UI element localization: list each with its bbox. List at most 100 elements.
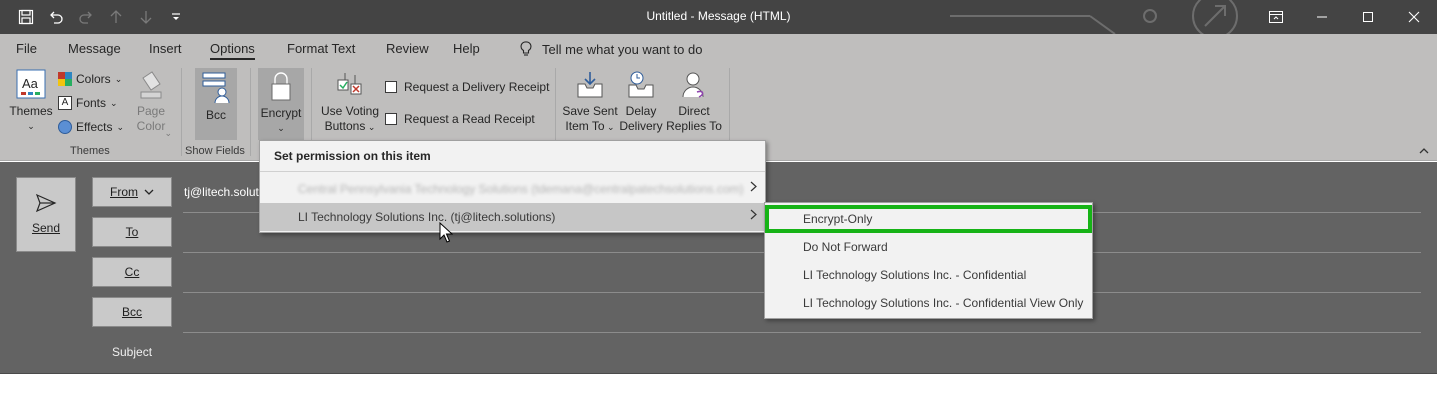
menu-divider — [260, 171, 765, 172]
tab-format-text[interactable]: Format Text — [287, 41, 355, 56]
use-voting-buttons[interactable]: Use Voting Buttons ⌄ — [320, 70, 380, 135]
show-fields-group-label: Show Fields — [185, 145, 245, 157]
to-button[interactable]: To — [92, 217, 172, 247]
subject-label: Subject — [112, 345, 153, 359]
encrypt-button[interactable]: Encrypt ⌄ — [258, 68, 304, 140]
effects-icon — [58, 120, 72, 134]
permission-item-blurred-account[interactable]: Central Pennsylvania Technology Solution… — [260, 175, 765, 203]
submenu-confidential-view-only[interactable]: LI Technology Solutions Inc. - Confident… — [765, 289, 1092, 317]
to-label: To — [125, 225, 139, 239]
colors-button[interactable]: Colors ⌄ — [58, 72, 122, 86]
fonts-icon: A — [58, 96, 72, 110]
save-sent-label-line2: Item To — [565, 119, 605, 133]
bcc-button[interactable]: Bcc — [92, 297, 172, 327]
chevron-down-icon: ⌄ — [164, 128, 172, 138]
cc-label: Cc — [124, 265, 140, 279]
chevron-down-icon: ⌄ — [27, 121, 35, 131]
direct-replies-icon — [682, 72, 704, 98]
group-separator — [181, 68, 182, 156]
submenu-do-not-forward[interactable]: Do Not Forward — [765, 233, 1092, 261]
mouse-cursor-icon — [439, 222, 453, 243]
from-button[interactable]: From — [92, 177, 172, 207]
tell-me-search[interactable]: Tell me what you want to do — [520, 41, 702, 57]
delay-delivery-icon — [628, 71, 654, 98]
maximize-icon[interactable] — [1345, 0, 1391, 34]
window-controls — [1253, 0, 1437, 34]
effects-label: Effects — [76, 120, 113, 134]
paint-bucket-icon — [140, 71, 162, 99]
colors-icon — [58, 72, 72, 86]
encrypt-label: Encrypt — [260, 106, 302, 120]
direct-label-line1: Direct — [678, 104, 710, 118]
delivery-receipt-checkbox[interactable]: Request a Delivery Receipt — [385, 80, 549, 94]
chevron-right-icon — [750, 209, 757, 223]
fonts-button[interactable]: A Fonts ⌄ — [58, 96, 118, 110]
tab-help[interactable]: Help — [453, 41, 480, 56]
save-sent-label-line1: Save Sent — [562, 104, 618, 118]
chevron-down-icon: ⌄ — [116, 121, 125, 132]
send-button[interactable]: Send — [16, 177, 76, 252]
bcc-toggle-button[interactable]: Bcc — [195, 68, 237, 140]
themes-group-label: Themes — [70, 145, 110, 157]
group-separator — [250, 68, 251, 156]
save-sent-item-button[interactable]: Save Sent Item To ⌄ — [562, 70, 618, 135]
effects-button[interactable]: Effects ⌄ — [58, 120, 124, 134]
voting-icon — [337, 73, 362, 95]
fonts-label: Fonts — [76, 96, 107, 110]
themes-button[interactable]: Aa Themes ⌄ — [8, 68, 54, 134]
restore-ribbon-icon[interactable] — [1253, 0, 1299, 34]
read-receipt-label: Request a Read Receipt — [404, 112, 535, 126]
submenu-item-label: Do Not Forward — [803, 240, 888, 254]
chevron-down-icon: ⌄ — [604, 122, 615, 132]
delay-label-line2: Delivery — [619, 119, 663, 133]
send-label: Send — [31, 221, 61, 235]
permission-submenu: Encrypt-Only Do Not Forward LI Technolog… — [764, 202, 1093, 319]
tab-options[interactable]: Options — [210, 41, 255, 60]
page-color-button[interactable]: Page Color ⌄ — [128, 70, 174, 138]
delay-delivery-button[interactable]: Delay Delivery — [619, 70, 663, 134]
read-receipt-checkbox[interactable]: Request a Read Receipt — [385, 112, 535, 126]
delivery-receipt-label: Request a Delivery Receipt — [404, 80, 550, 94]
direct-replies-button[interactable]: Direct Replies To — [666, 70, 722, 134]
permission-menu: Set permission on this item Central Penn… — [259, 140, 766, 233]
bcc-label: Bcc — [121, 305, 142, 319]
collapse-ribbon-icon[interactable] — [1419, 146, 1429, 157]
chevron-down-icon: ⌄ — [114, 73, 123, 84]
close-icon[interactable] — [1391, 0, 1437, 34]
delay-label-line1: Delay — [625, 104, 657, 118]
submenu-item-label: Encrypt-Only — [803, 212, 873, 226]
tab-file[interactable]: File — [16, 41, 37, 56]
tab-insert[interactable]: Insert — [149, 41, 182, 56]
checkbox-unchecked-icon — [385, 113, 397, 125]
permission-item-li-technology[interactable]: LI Technology Solutions Inc. (tj@litech.… — [260, 203, 765, 231]
svg-text:Aa: Aa — [22, 76, 39, 91]
themes-label: Themes — [9, 104, 53, 118]
submenu-item-label: LI Technology Solutions Inc. - Confident… — [803, 268, 1027, 282]
lock-icon — [271, 72, 291, 101]
chevron-down-icon: ⌄ — [365, 122, 376, 132]
bcc-icon — [202, 72, 230, 104]
direct-label-line2: Replies To — [666, 119, 722, 133]
submenu-confidential[interactable]: LI Technology Solutions Inc. - Confident… — [765, 261, 1092, 289]
send-icon — [35, 193, 57, 213]
voting-label-line2: Buttons — [324, 119, 366, 133]
lightbulb-icon — [520, 41, 532, 56]
minimize-icon[interactable] — [1299, 0, 1345, 34]
chevron-down-icon — [144, 189, 154, 195]
field-divider — [183, 332, 1421, 333]
tell-me-label: Tell me what you want to do — [542, 41, 703, 57]
cc-button[interactable]: Cc — [92, 257, 172, 287]
voting-label-line1: Use Voting — [320, 104, 380, 118]
submenu-encrypt-only[interactable]: Encrypt-Only — [765, 205, 1092, 233]
chevron-down-icon: ⌄ — [277, 123, 285, 133]
chevron-down-icon: ⌄ — [110, 97, 118, 108]
tab-message[interactable]: Message — [68, 41, 121, 56]
title-bar: Untitled - Message (HTML) — [0, 0, 1437, 34]
submenu-item-label: LI Technology Solutions Inc. - Confident… — [803, 296, 1084, 310]
tab-review[interactable]: Review — [386, 41, 429, 56]
ribbon-tabs: File Message Insert Options Format Text … — [0, 34, 1437, 64]
save-sent-icon — [577, 72, 603, 98]
checkbox-unchecked-icon — [385, 81, 397, 93]
colors-label: Colors — [76, 72, 111, 86]
from-label: From — [110, 185, 138, 199]
